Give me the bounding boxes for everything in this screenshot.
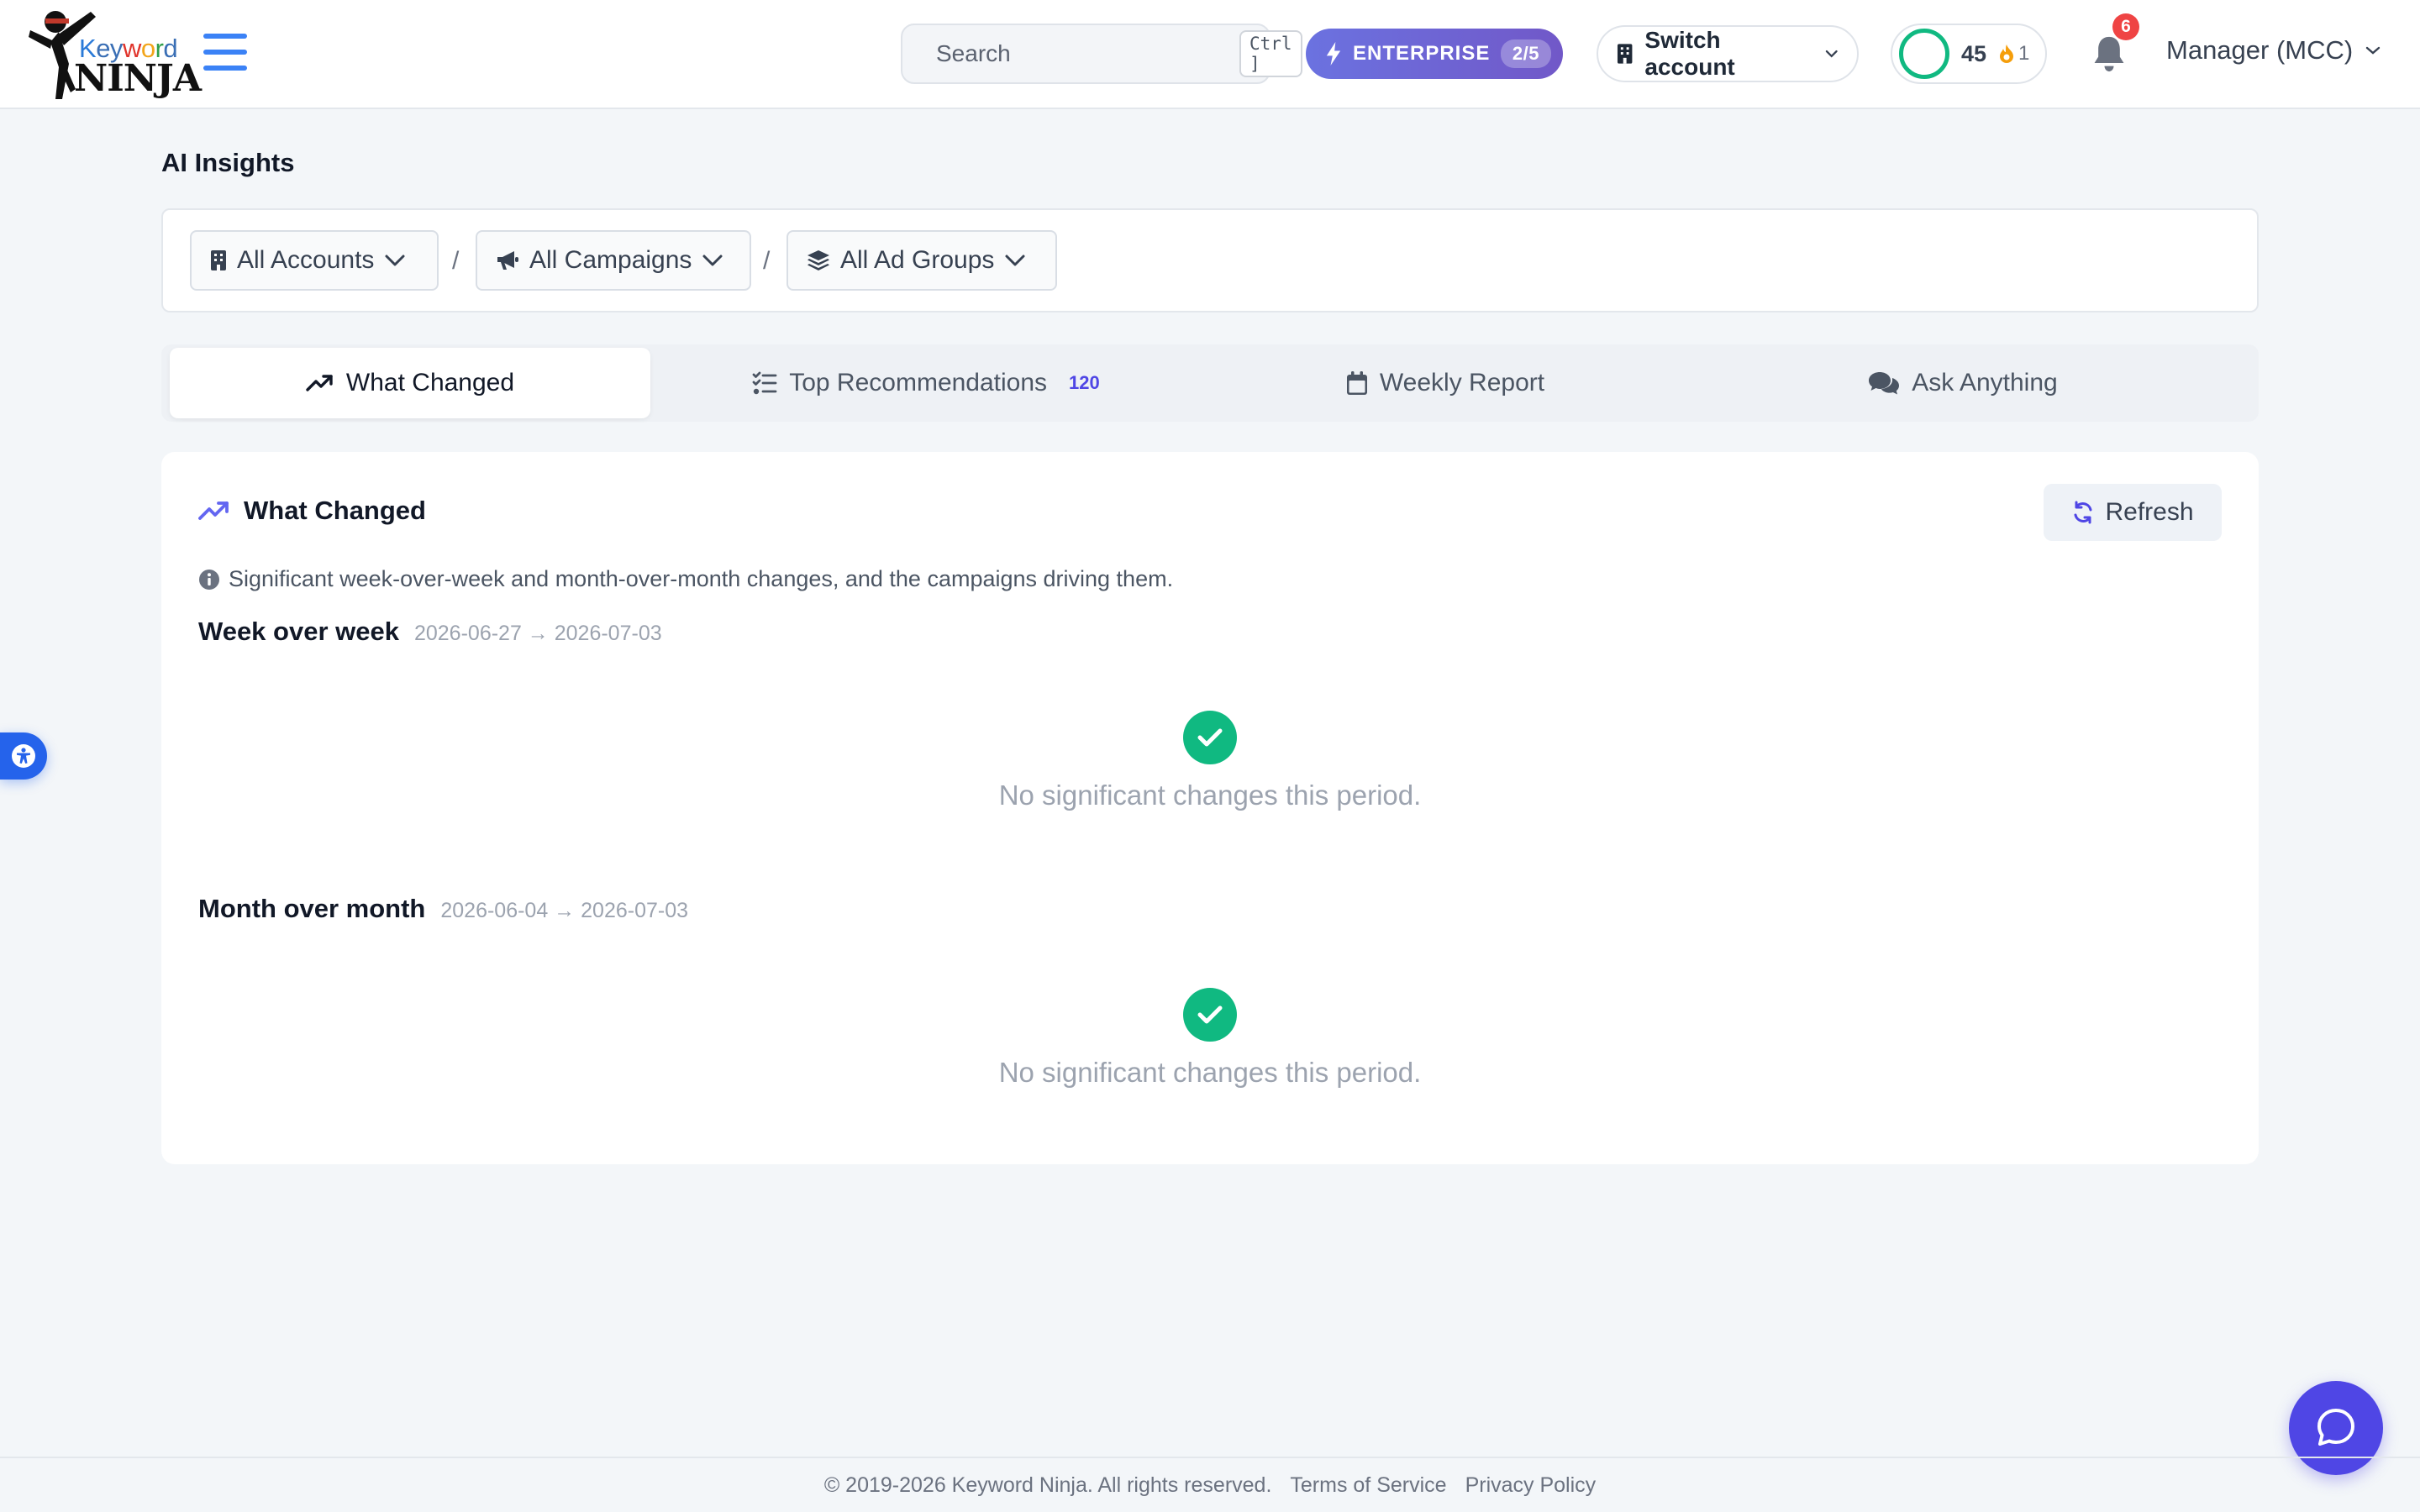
insights-tabs: What Changed Top Recommendations 120 Wee… bbox=[161, 344, 2259, 422]
empty-state-message: No significant changes this period. bbox=[998, 1057, 1422, 1088]
user-account-menu[interactable]: Manager (MCC) bbox=[2166, 35, 2381, 66]
streak-counter: 1 bbox=[1998, 42, 2029, 66]
card-description: Significant week-over-week and month-ove… bbox=[198, 566, 1173, 592]
chevron-down-icon bbox=[702, 255, 723, 266]
section-date-range: 2026-06-27 → 2026-07-03 bbox=[413, 622, 662, 645]
terms-of-service-link[interactable]: Terms of Service bbox=[1290, 1473, 1446, 1498]
list-check-icon bbox=[752, 371, 777, 395]
refresh-label: Refresh bbox=[2105, 498, 2194, 526]
chevron-down-icon bbox=[2366, 46, 2381, 55]
chevron-down-icon bbox=[1005, 255, 1025, 266]
card-title: What Changed bbox=[198, 496, 426, 526]
filter-bar: All Accounts / All Campaigns / All Ad Gr… bbox=[161, 208, 2259, 312]
card-description-text: Significant week-over-week and month-ove… bbox=[229, 566, 1174, 591]
calendar-icon bbox=[1346, 371, 1367, 395]
score-streak-pill[interactable]: 45 1 bbox=[1891, 24, 2047, 84]
lightning-icon bbox=[1326, 42, 1341, 66]
score-ring-icon bbox=[1899, 29, 1949, 79]
ad-groups-filter-label: All Ad Groups bbox=[840, 246, 995, 274]
recommendations-count-badge: 120 bbox=[1069, 372, 1100, 393]
streak-value: 1 bbox=[2018, 42, 2030, 65]
info-icon bbox=[199, 569, 219, 590]
trend-up-icon bbox=[198, 501, 229, 520]
campaigns-filter-label: All Campaigns bbox=[529, 246, 692, 274]
building-icon bbox=[1617, 44, 1633, 64]
month-over-month-empty-state: No significant changes this period. bbox=[161, 988, 2259, 1089]
search-box[interactable]: Ctrl ] bbox=[901, 24, 1302, 84]
week-over-week-empty-state: No significant changes this period. bbox=[161, 711, 2259, 811]
breadcrumb-separator: / bbox=[452, 247, 460, 275]
keyword-ninja-logo[interactable]: Keyword NINJA bbox=[25, 5, 202, 102]
tab-label: Weekly Report bbox=[1379, 369, 1545, 396]
plan-label: ENTERPRISE bbox=[1353, 42, 1491, 65]
copyright-text: © 2019-2026 Keyword Ninja. All rights re… bbox=[823, 1473, 1272, 1497]
tab-what-changed[interactable]: What Changed bbox=[170, 348, 650, 418]
megaphone-icon bbox=[497, 251, 518, 270]
tab-label: Ask Anything bbox=[1912, 369, 2058, 396]
week-over-week-header: Week over week 2026-06-27 → 2026-07-03 bbox=[198, 617, 662, 647]
tab-label: Top Recommendations bbox=[789, 369, 1048, 396]
building-icon bbox=[211, 250, 226, 270]
chat-bubble-icon bbox=[2317, 1409, 2354, 1446]
what-changed-card: What Changed Refresh Significant week-ov… bbox=[161, 452, 2259, 1164]
search-input[interactable] bbox=[936, 40, 1239, 67]
tab-ask-anything[interactable]: Ask Anything bbox=[1723, 348, 2203, 418]
page-footer: © 2019-2026 Keyword Ninja. All rights re… bbox=[0, 1457, 2420, 1512]
switch-account-button[interactable]: Switch account bbox=[1597, 25, 1859, 82]
logo-ninja-text: NINJA bbox=[74, 57, 202, 100]
check-circle-icon bbox=[1183, 988, 1237, 1042]
breadcrumb-separator: / bbox=[763, 247, 771, 275]
trend-up-icon bbox=[306, 375, 333, 391]
ad-groups-filter-dropdown[interactable]: All Ad Groups bbox=[786, 230, 1057, 291]
accounts-filter-label: All Accounts bbox=[237, 246, 375, 274]
refresh-icon bbox=[2074, 501, 2092, 524]
tab-label: What Changed bbox=[345, 369, 515, 396]
search-shortcut-hint: Ctrl ] bbox=[1239, 30, 1302, 77]
chat-bubbles-icon bbox=[1869, 372, 1900, 395]
plan-usage-count: 2/5 bbox=[1500, 39, 1551, 68]
chevron-down-icon bbox=[1825, 50, 1838, 58]
flame-icon bbox=[2000, 45, 2014, 63]
section-title: Month over month bbox=[198, 894, 426, 923]
notification-count-badge: 6 bbox=[2112, 13, 2139, 40]
layers-icon bbox=[808, 250, 829, 270]
user-label: Manager (MCC) bbox=[2166, 35, 2354, 65]
switch-account-label: Switch account bbox=[1644, 27, 1735, 80]
accessibility-toggle[interactable] bbox=[0, 732, 47, 780]
top-header: Keyword NINJA Ctrl ] ENTERPRISE 2/5 Swit… bbox=[0, 0, 2420, 109]
tab-weekly-report[interactable]: Weekly Report bbox=[1205, 348, 1686, 418]
enterprise-plan-badge[interactable]: ENTERPRISE 2/5 bbox=[1306, 29, 1563, 79]
card-title-text: What Changed bbox=[244, 496, 426, 525]
privacy-policy-link[interactable]: Privacy Policy bbox=[1465, 1473, 1597, 1498]
month-over-month-header: Month over month 2026-06-04 → 2026-07-03 bbox=[198, 894, 688, 924]
campaigns-filter-dropdown[interactable]: All Campaigns bbox=[476, 230, 751, 291]
refresh-button[interactable]: Refresh bbox=[2044, 484, 2222, 541]
page-title: AI Insights bbox=[161, 148, 295, 177]
tab-top-recommendations[interactable]: Top Recommendations 120 bbox=[686, 348, 1166, 418]
empty-state-message: No significant changes this period. bbox=[998, 780, 1422, 811]
accessibility-icon bbox=[12, 744, 35, 768]
score-value: 45 bbox=[1961, 40, 1987, 66]
chevron-down-icon bbox=[385, 255, 405, 266]
check-circle-icon bbox=[1183, 711, 1237, 764]
section-title: Week over week bbox=[198, 617, 399, 646]
menu-toggle-icon[interactable] bbox=[203, 34, 247, 74]
accounts-filter-dropdown[interactable]: All Accounts bbox=[190, 230, 439, 291]
section-date-range: 2026-06-04 → 2026-07-03 bbox=[440, 899, 689, 922]
